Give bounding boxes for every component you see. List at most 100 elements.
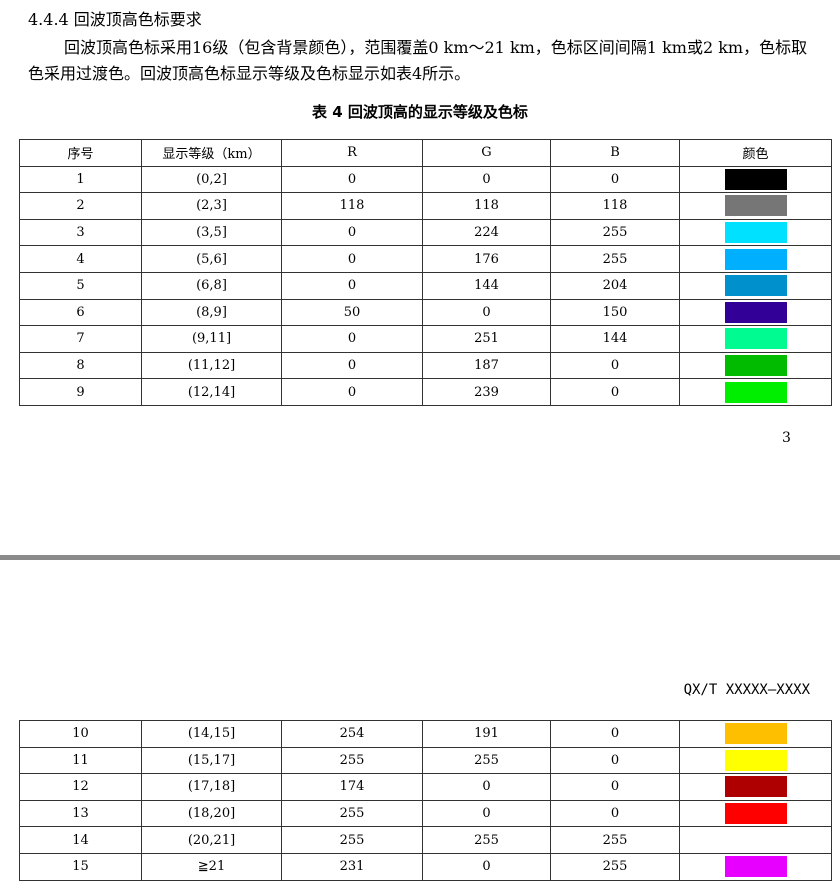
header-level: 显示等级（km） (141, 139, 282, 167)
page-top: 4.4.4 回波顶高色标要求 回波顶高色标采用16级（包含背景颜色），范围覆盖0… (0, 0, 840, 555)
cell-g: 255 (422, 826, 551, 854)
table-row: 1 (0,2] 0 0 0 (19, 165, 832, 194)
standard-code: QX/T XXXXX—XXXX (683, 682, 810, 698)
cell-color (679, 799, 832, 828)
cell-no: 2 (19, 192, 142, 220)
cell-color (679, 746, 832, 775)
cell-b: 0 (550, 773, 680, 801)
cell-color (679, 378, 832, 406)
cell-r: 231 (281, 852, 423, 881)
cell-level: (15,17] (141, 746, 282, 775)
table-row: 8 (11,12] 0 187 0 (19, 351, 832, 380)
cell-g: 187 (422, 351, 551, 380)
cell-b: 255 (550, 218, 680, 247)
cell-b: 118 (550, 192, 680, 220)
cell-color (679, 852, 832, 881)
table-body-1: 1 (0,2] 0 0 0 2 (2,3] 118 118 118 3 (3,5] 0 224 255 4 (5… (19, 165, 832, 406)
cell-level: (8,9] (141, 298, 282, 327)
cell-no: 13 (19, 799, 142, 828)
header-color: 颜色 (679, 139, 832, 167)
table-row: 15 ≧21 231 0 255 (19, 852, 832, 881)
table-row: 7 (9,11] 0 251 144 (19, 325, 832, 353)
header-r: R (281, 139, 423, 167)
cell-b: 0 (550, 165, 680, 194)
table-row: 9 (12,14] 0 239 0 (19, 378, 832, 406)
cell-no: 1 (19, 165, 142, 194)
table-row: 4 (5,6] 0 176 255 (19, 245, 832, 273)
cell-b: 255 (550, 852, 680, 881)
cell-no: 12 (19, 773, 142, 801)
page-number: 3 (782, 430, 791, 446)
header-b: B (550, 139, 680, 167)
cell-b: 0 (550, 799, 680, 828)
cell-level: (9,11] (141, 325, 282, 353)
color-swatch (724, 355, 787, 377)
color-swatch (724, 168, 787, 190)
table-row: 10 (14,15] 254 191 0 (19, 720, 832, 748)
table-row: 2 (2,3] 118 118 118 (19, 192, 832, 220)
cell-b: 255 (550, 826, 680, 854)
color-swatch (724, 195, 787, 217)
table-row: 13 (18,20] 255 0 0 (19, 799, 832, 828)
cell-g: 0 (422, 852, 551, 881)
cell-r: 0 (281, 325, 423, 353)
cell-g: 118 (422, 192, 551, 220)
cell-color (679, 245, 832, 273)
cell-color (679, 192, 832, 220)
cell-color (679, 325, 832, 353)
cell-color (679, 773, 832, 801)
cell-r: 0 (281, 165, 423, 194)
cell-no: 10 (19, 720, 142, 748)
cell-g: 176 (422, 245, 551, 273)
cell-b: 144 (550, 325, 680, 353)
table-row: 3 (3,5] 0 224 255 (19, 218, 832, 247)
cell-level: (12,14] (141, 378, 282, 406)
color-table-part-1: 序号 显示等级（km） R G B 颜色 1 (0,2] 0 0 0 2 (2,3] 118 1… (19, 139, 832, 406)
cell-level: (0,2] (141, 165, 282, 194)
cell-level: (3,5] (141, 218, 282, 247)
color-swatch (724, 248, 787, 270)
cell-b: 0 (550, 720, 680, 748)
cell-b: 204 (550, 271, 680, 300)
cell-r: 118 (281, 192, 423, 220)
table-row: 11 (15,17] 255 255 0 (19, 746, 832, 775)
cell-no: 5 (19, 271, 142, 300)
cell-g: 0 (422, 799, 551, 828)
table-row: 6 (8,9] 50 0 150 (19, 298, 832, 327)
cell-no: 15 (19, 852, 142, 881)
color-swatch (724, 222, 787, 244)
cell-level: (14,15] (141, 720, 282, 748)
header-no: 序号 (19, 139, 142, 167)
table-row: 12 (17,18] 174 0 0 (19, 773, 832, 801)
color-swatch (724, 328, 787, 350)
cell-color (679, 218, 832, 247)
cell-b: 0 (550, 378, 680, 406)
cell-no: 14 (19, 826, 142, 854)
cell-g: 251 (422, 325, 551, 353)
cell-r: 0 (281, 245, 423, 273)
cell-g: 191 (422, 720, 551, 748)
cell-r: 0 (281, 271, 423, 300)
cell-g: 224 (422, 218, 551, 247)
cell-no: 7 (19, 325, 142, 353)
color-swatch (724, 381, 787, 403)
cell-level: (11,12] (141, 351, 282, 380)
cell-b: 0 (550, 351, 680, 380)
cell-no: 3 (19, 218, 142, 247)
cell-r: 0 (281, 218, 423, 247)
cell-g: 255 (422, 746, 551, 775)
cell-level: (18,20] (141, 799, 282, 828)
body-paragraph: 回波顶高色标采用16级（包含背景颜色），范围覆盖0 km～21 km，色标区间间… (28, 38, 808, 83)
cell-no: 6 (19, 298, 142, 327)
cell-color (679, 826, 832, 854)
cell-color (679, 298, 832, 327)
cell-g: 0 (422, 773, 551, 801)
cell-no: 11 (19, 746, 142, 775)
cell-level: (6,8] (141, 271, 282, 300)
cell-level: (17,18] (141, 773, 282, 801)
cell-r: 255 (281, 826, 423, 854)
page-bottom: QX/T XXXXX—XXXX 10 (14,15] 254 191 0 11 (15,17… (0, 560, 840, 893)
cell-b: 255 (550, 245, 680, 273)
color-swatch (724, 723, 787, 745)
cell-no: 4 (19, 245, 142, 273)
